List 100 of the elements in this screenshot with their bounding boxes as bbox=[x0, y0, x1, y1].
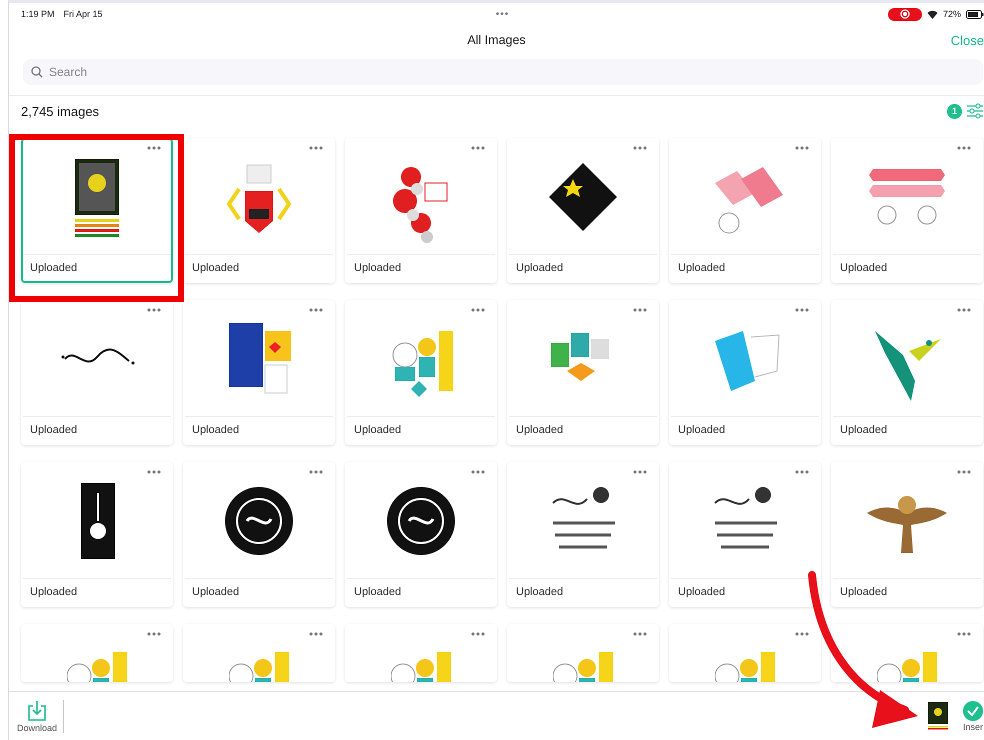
image-tile[interactable]: Uploaded bbox=[183, 462, 335, 607]
artwork-thumbnail bbox=[551, 333, 609, 381]
tile-label: Uploaded bbox=[678, 424, 726, 436]
more-options-button[interactable] bbox=[471, 470, 485, 474]
search-field[interactable]: Search bbox=[23, 59, 983, 85]
artwork-thumbnail bbox=[715, 167, 783, 234]
artwork-thumbnail bbox=[229, 652, 289, 682]
image-tile[interactable]: Uploaded bbox=[669, 138, 821, 283]
selected-image-thumbnail bbox=[928, 702, 948, 730]
tile-label: Uploaded bbox=[30, 262, 78, 274]
tile-label: Uploaded bbox=[840, 586, 888, 598]
more-options-button[interactable] bbox=[309, 632, 323, 636]
insert-button[interactable]: Inser bbox=[962, 700, 984, 732]
more-options-button[interactable] bbox=[795, 308, 809, 312]
artwork-thumbnail bbox=[877, 652, 937, 682]
tile-label: Uploaded bbox=[30, 424, 78, 436]
artwork-thumbnail bbox=[714, 487, 778, 548]
image-tile[interactable]: Uploaded bbox=[21, 462, 173, 607]
image-tile[interactable] bbox=[669, 624, 821, 682]
artwork-thumbnail bbox=[553, 652, 613, 682]
image-tile[interactable]: Uploaded bbox=[345, 138, 497, 283]
more-options-button[interactable] bbox=[957, 146, 971, 150]
multitasking-handle[interactable]: ••• bbox=[496, 8, 510, 20]
download-icon bbox=[27, 700, 48, 722]
tile-label: Uploaded bbox=[516, 424, 564, 436]
artwork-thumbnail bbox=[226, 164, 292, 233]
artwork-thumbnail bbox=[387, 487, 455, 555]
image-tile[interactable] bbox=[831, 624, 983, 682]
image-tile[interactable]: Uploaded bbox=[831, 138, 983, 283]
image-tile[interactable] bbox=[345, 624, 497, 682]
status-time: 1:19 PM bbox=[21, 9, 55, 19]
tile-label: Uploaded bbox=[516, 262, 564, 274]
more-options-button[interactable] bbox=[957, 308, 971, 312]
filter-count-badge: 1 bbox=[947, 104, 962, 118]
more-options-button[interactable] bbox=[309, 308, 323, 312]
image-tile[interactable]: Uploaded bbox=[345, 300, 497, 445]
more-options-button[interactable] bbox=[633, 146, 647, 150]
image-tile[interactable]: Uploaded bbox=[831, 462, 983, 607]
tile-label: Uploaded bbox=[840, 424, 888, 436]
image-tile[interactable]: Uploaded bbox=[669, 300, 821, 445]
image-count: 2,745 images bbox=[21, 104, 100, 118]
search-icon bbox=[31, 66, 43, 78]
image-tile[interactable]: Uploaded bbox=[831, 300, 983, 445]
artwork-thumbnail bbox=[875, 331, 941, 401]
more-options-button[interactable] bbox=[309, 146, 323, 150]
more-options-button[interactable] bbox=[795, 146, 809, 150]
more-options-button[interactable] bbox=[309, 470, 323, 474]
tile-label: Uploaded bbox=[354, 262, 402, 274]
artwork-thumbnail bbox=[552, 487, 616, 548]
tile-label: Uploaded bbox=[840, 262, 888, 274]
more-options-button[interactable] bbox=[795, 632, 809, 636]
artwork-thumbnail bbox=[225, 487, 293, 555]
tile-label: Uploaded bbox=[354, 424, 402, 436]
tile-label: Uploaded bbox=[354, 586, 402, 598]
filter-icon[interactable] bbox=[966, 103, 984, 119]
artwork-thumbnail bbox=[391, 652, 451, 682]
artwork-thumbnail bbox=[392, 331, 453, 397]
image-tile[interactable]: Uploaded bbox=[507, 300, 659, 445]
artwork-thumbnail bbox=[715, 331, 780, 391]
more-options-button[interactable] bbox=[633, 632, 647, 636]
status-date: Fri Apr 15 bbox=[64, 9, 103, 19]
more-options-button[interactable] bbox=[147, 470, 161, 474]
image-tile[interactable]: Uploaded bbox=[183, 300, 335, 445]
image-tile[interactable]: Uploaded bbox=[507, 138, 659, 283]
image-tile[interactable]: Uploaded bbox=[345, 462, 497, 607]
image-tile[interactable]: Uploaded bbox=[21, 138, 173, 283]
more-options-button[interactable] bbox=[471, 308, 485, 312]
image-tile[interactable]: Uploaded bbox=[21, 300, 173, 445]
artwork-thumbnail bbox=[67, 652, 127, 682]
image-tile[interactable] bbox=[507, 624, 659, 682]
tile-label: Uploaded bbox=[192, 262, 240, 274]
tile-label: Uploaded bbox=[678, 262, 726, 274]
tile-label: Uploaded bbox=[192, 424, 240, 436]
artwork-thumbnail bbox=[229, 323, 291, 394]
image-tile[interactable]: Uploaded bbox=[507, 462, 659, 607]
image-tile[interactable]: Uploaded bbox=[183, 138, 335, 283]
tile-label: Uploaded bbox=[516, 586, 564, 598]
download-button[interactable]: Download bbox=[17, 700, 64, 732]
image-tile[interactable] bbox=[21, 624, 173, 682]
tile-label: Uploaded bbox=[192, 586, 240, 598]
tile-label: Uploaded bbox=[678, 586, 726, 598]
more-options-button[interactable] bbox=[471, 146, 485, 150]
battery-percentage: 72% bbox=[942, 9, 961, 19]
more-options-button[interactable] bbox=[147, 146, 161, 150]
artwork-thumbnail bbox=[549, 163, 617, 231]
more-options-button[interactable] bbox=[795, 470, 809, 474]
tile-label: Uploaded bbox=[30, 586, 78, 598]
artwork-thumbnail bbox=[715, 652, 775, 682]
more-options-button[interactable] bbox=[633, 308, 647, 312]
more-options-button[interactable] bbox=[957, 632, 971, 636]
more-options-button[interactable] bbox=[471, 632, 485, 636]
screen-title: All Images bbox=[467, 33, 526, 47]
image-tile[interactable]: Uploaded bbox=[669, 462, 821, 607]
more-options-button[interactable] bbox=[633, 470, 647, 474]
more-options-button[interactable] bbox=[957, 470, 971, 474]
image-tile[interactable] bbox=[183, 624, 335, 682]
battery-icon bbox=[966, 10, 984, 18]
more-options-button[interactable] bbox=[147, 632, 161, 636]
more-options-button[interactable] bbox=[147, 308, 161, 312]
wifi-icon bbox=[926, 10, 938, 18]
